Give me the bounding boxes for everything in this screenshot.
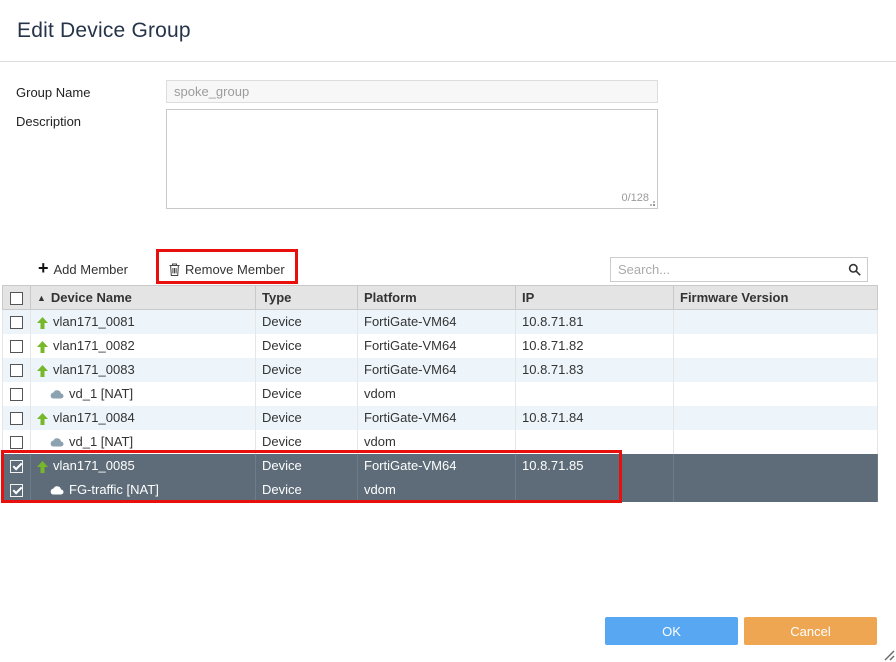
device-platform: vdom [358,478,516,502]
edit-device-group-dialog: Edit Device Group Group Name Description… [0,0,896,662]
device-type: Device [256,454,358,478]
row-checkbox[interactable] [10,460,23,473]
device-table: ▲ Device Name Type Platform IP Firmware V… [2,285,878,502]
device-platform: FortiGate-VM64 [358,454,516,478]
device-ip: 10.8.71.82 [516,334,674,358]
char-counter: 0/128 [621,192,649,204]
table-row[interactable]: vd_1 [NAT] Device vdom [3,382,878,406]
row-checkbox[interactable] [10,388,23,401]
col-type[interactable]: Type [256,286,358,310]
device-ip [516,430,674,454]
table-row-selected[interactable]: FG-traffic [NAT] Device vdom [3,478,878,502]
row-checkbox[interactable] [10,436,23,449]
device-name: vlan171_0082 [53,338,135,353]
device-up-icon [37,317,48,329]
device-firmware [674,478,878,502]
row-checkbox[interactable] [10,412,23,425]
plus-icon: + [38,259,49,277]
col-device-name[interactable]: ▲ Device Name [31,286,256,310]
device-firmware [674,430,878,454]
device-name: vlan171_0083 [53,362,135,377]
device-up-icon [37,413,48,425]
device-name: vd_1 [NAT] [69,386,133,401]
group-name-input[interactable] [166,80,658,103]
select-all-checkbox[interactable] [10,292,23,305]
table-row[interactable]: vlan171_0084 Device FortiGate-VM64 10.8.… [3,406,878,430]
device-up-icon [37,461,48,473]
device-ip [516,478,674,502]
col-platform[interactable]: Platform [358,286,516,310]
table-header-row: ▲ Device Name Type Platform IP Firmware V… [3,286,878,310]
device-ip: 10.8.71.84 [516,406,674,430]
trash-icon [169,263,180,276]
device-type: Device [256,382,358,406]
description-field-wrap: 0/128 [166,109,658,209]
device-type: Device [256,478,358,502]
device-firmware [674,310,878,334]
device-ip: 10.8.71.81 [516,310,674,334]
col-firmware[interactable]: Firmware Version [674,286,878,310]
table-row[interactable]: vlan171_0081 Device FortiGate-VM64 10.8.… [3,310,878,334]
device-name: FG-traffic [NAT] [69,482,159,497]
device-firmware [674,382,878,406]
device-firmware [674,334,878,358]
device-ip: 10.8.71.85 [516,454,674,478]
device-type: Device [256,310,358,334]
device-platform: FortiGate-VM64 [358,310,516,334]
device-name: vd_1 [NAT] [69,434,133,449]
dialog-title: Edit Device Group [17,19,191,43]
description-label: Description [16,114,81,129]
cancel-button[interactable]: Cancel [744,617,877,645]
col-ip[interactable]: IP [516,286,674,310]
group-name-label: Group Name [16,85,90,100]
row-checkbox[interactable] [10,484,23,497]
search-icon[interactable] [848,263,867,276]
cloud-icon [50,390,64,399]
textarea-resize-grip[interactable] [653,204,655,206]
device-name: vlan171_0084 [53,410,135,425]
device-up-icon [37,341,48,353]
cloud-icon [50,486,64,495]
dialog-header: Edit Device Group [0,0,896,62]
device-name: vlan171_0085 [53,458,135,473]
device-firmware [674,454,878,478]
add-member-label: Add Member [54,262,128,277]
row-checkbox[interactable] [10,316,23,329]
row-checkbox[interactable] [10,340,23,353]
device-platform: vdom [358,382,516,406]
device-type: Device [256,406,358,430]
device-ip: 10.8.71.83 [516,358,674,382]
device-platform: FortiGate-VM64 [358,406,516,430]
row-checkbox[interactable] [10,364,23,377]
device-type: Device [256,430,358,454]
remove-member-button[interactable]: Remove Member [169,255,285,283]
device-platform: FortiGate-VM64 [358,334,516,358]
device-name: vlan171_0081 [53,314,135,329]
col-device-name-label: Device Name [51,290,132,305]
add-member-button[interactable]: + Add Member [38,255,128,283]
device-platform: FortiGate-VM64 [358,358,516,382]
table-row-selected[interactable]: vlan171_0085 Device FortiGate-VM64 10.8.… [3,454,878,478]
device-type: Device [256,334,358,358]
remove-member-label: Remove Member [185,262,285,277]
table-row[interactable]: vd_1 [NAT] Device vdom [3,430,878,454]
sort-asc-icon: ▲ [37,293,46,303]
window-resize-grip[interactable] [884,650,895,661]
device-ip [516,382,674,406]
device-up-icon [37,365,48,377]
device-firmware [674,406,878,430]
search-input[interactable] [611,262,848,277]
device-platform: vdom [358,430,516,454]
device-firmware [674,358,878,382]
search-box [610,257,868,282]
table-row[interactable]: vlan171_0082 Device FortiGate-VM64 10.8.… [3,334,878,358]
ok-button[interactable]: OK [605,617,738,645]
table-row[interactable]: vlan171_0083 Device FortiGate-VM64 10.8.… [3,358,878,382]
device-type: Device [256,358,358,382]
cloud-icon [50,438,64,447]
description-textarea[interactable] [166,109,658,209]
